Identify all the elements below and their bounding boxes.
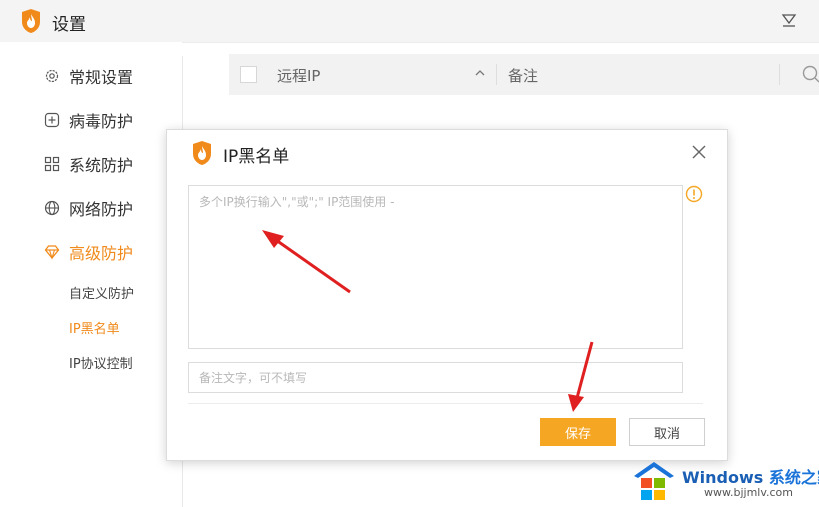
sidebar-item-virus[interactable]: 病毒防护 xyxy=(44,107,133,133)
dialog-divider xyxy=(188,403,703,404)
sidebar-item-label: 病毒防护 xyxy=(69,112,134,131)
close-icon[interactable] xyxy=(691,144,707,160)
ip-blacklist-dialog: IP黑名单 保存 取消 xyxy=(166,129,728,461)
app-logo-icon xyxy=(193,141,211,165)
sort-ascending-icon[interactable] xyxy=(473,66,487,80)
watermark-brand: Windows 系统之家 xyxy=(682,464,819,488)
column-remote-ip[interactable]: 远程IP xyxy=(277,65,320,86)
sidebar-item-label: 网络防护 xyxy=(69,200,134,219)
sidebar-item-system[interactable]: 系统防护 xyxy=(44,151,133,177)
sidebar-item-general[interactable]: 常规设置 xyxy=(44,63,133,89)
sidebar-item-network[interactable]: 网络防护 xyxy=(44,195,133,221)
watermark-brand-en: Windows xyxy=(682,468,764,487)
watermark-url: www.bjjmlv.com xyxy=(704,486,793,499)
diamond-icon xyxy=(44,245,60,260)
dialog-title: IP黑名单 xyxy=(223,147,290,167)
window-title: 设置 xyxy=(52,15,86,35)
sidebar-subitem-ip-blacklist[interactable]: IP黑名单 xyxy=(69,318,120,337)
ip-address-textarea[interactable] xyxy=(188,185,683,349)
globe-icon xyxy=(44,200,60,216)
sidebar-item-label: 常规设置 xyxy=(69,68,134,87)
column-divider xyxy=(779,64,780,85)
save-button[interactable]: 保存 xyxy=(540,418,616,446)
search-icon[interactable] xyxy=(801,64,819,84)
select-all-checkbox[interactable] xyxy=(240,66,257,83)
note-input[interactable] xyxy=(188,362,683,393)
dropdown-menu-icon[interactable] xyxy=(781,12,797,28)
windows-logo-icon xyxy=(634,462,674,500)
cancel-button[interactable]: 取消 xyxy=(629,418,705,446)
info-warning-icon[interactable] xyxy=(685,185,703,203)
sidebar-item-advanced[interactable]: 高级防护 xyxy=(44,239,133,265)
table-header: 远程IP 备注 xyxy=(229,54,819,95)
app-logo-icon xyxy=(22,9,40,33)
sidebar-item-label: 高级防护 xyxy=(69,244,134,263)
grid-icon xyxy=(44,156,60,172)
sidebar-item-label: 系统防护 xyxy=(69,156,134,175)
sidebar-subitem-custom[interactable]: 自定义防护 xyxy=(69,283,134,302)
gear-icon xyxy=(45,69,59,83)
title-bar: 设置 xyxy=(0,0,819,43)
watermark-brand-cn: 系统之家 xyxy=(768,468,819,487)
plus-square-icon xyxy=(44,112,60,128)
watermark: Windows 系统之家 www.bjjmlv.com xyxy=(630,458,819,507)
column-divider xyxy=(496,64,497,85)
column-note: 备注 xyxy=(508,67,539,85)
sidebar-subitem-ip-protocol[interactable]: IP协议控制 xyxy=(69,353,133,372)
